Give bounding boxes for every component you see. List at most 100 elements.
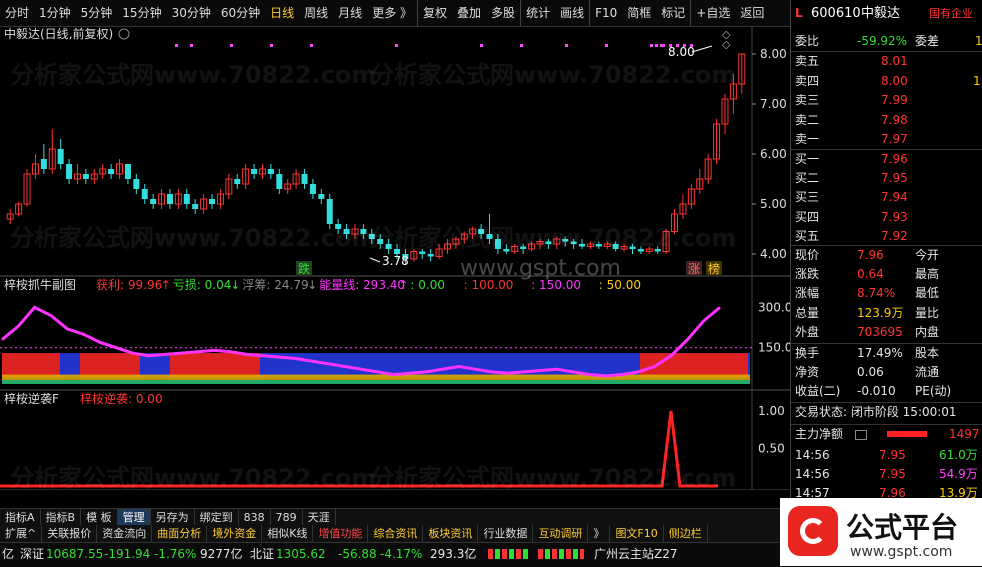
candle-body	[83, 174, 89, 179]
feature-tab[interactable]: 图文F10	[610, 525, 663, 542]
candle-body	[428, 254, 434, 257]
toolbar-item[interactable]: 5分钟	[76, 0, 118, 26]
stat-value: 7.96	[857, 246, 884, 265]
toolbar-item[interactable]: 叠加	[452, 0, 486, 26]
toolbar-item[interactable]: 周线	[299, 0, 333, 26]
indicator-tab[interactable]: 管理	[118, 509, 151, 526]
bid-price: 7.96	[881, 150, 908, 169]
sz-amount: 9277亿	[200, 543, 243, 565]
stat-label: 涨幅	[795, 284, 819, 303]
candle-body	[545, 242, 551, 245]
period-toolbar: 分时1分钟5分钟15分钟30分钟60分钟日线周线月线更多 》复权叠加多股统计画线…	[0, 0, 790, 27]
server-station[interactable]: 广州云主站Z27	[594, 543, 678, 565]
sub1-tick: 150.0	[758, 341, 790, 355]
indicator-tab[interactable]: 天涯	[303, 509, 336, 526]
feature-tab[interactable]: 板块资讯	[423, 525, 478, 542]
indicator-tab[interactable]: 789	[271, 509, 303, 526]
toolbar-item[interactable]: 更多 》	[367, 0, 417, 26]
toolbar-item[interactable]: 分时	[0, 0, 34, 26]
indicator-tab[interactable]: 绑定到	[195, 509, 239, 526]
level-badge: L	[795, 4, 803, 23]
toolbar-item[interactable]: 标记	[656, 0, 690, 26]
feature-tab[interactable]: 行业数据	[478, 525, 533, 542]
tick-price: 7.95	[879, 446, 906, 465]
toolbar-item[interactable]: +自选	[690, 0, 735, 26]
price-tick: 7.00	[760, 97, 787, 111]
candle-body	[318, 194, 324, 199]
candle-body	[327, 199, 333, 224]
candle-body	[655, 249, 661, 252]
stock-code: 600610	[811, 4, 861, 23]
toolbar-item[interactable]: 返回	[735, 0, 769, 26]
high-pointer	[692, 46, 712, 52]
indicator-tab[interactable]: 另存为	[151, 509, 195, 526]
feature-tab[interactable]: 增值功能	[313, 525, 368, 542]
chart-title: 中毅达(日线,前复权)	[4, 26, 113, 41]
feature-tabs: 扩展^关联报价资金流向曲面分析境外资金相似K线增值功能综合资讯板块资讯行业数据互…	[0, 525, 790, 542]
stat-value: -0.010	[857, 382, 896, 401]
bz-amount: 293.3亿	[430, 543, 476, 565]
stat-label: 现价	[795, 246, 819, 265]
feature-tab[interactable]: 资金流向	[97, 525, 152, 542]
feature-tab[interactable]: 互动调研	[533, 525, 588, 542]
candle-body	[142, 189, 148, 199]
candle-body	[234, 179, 240, 184]
feature-tab[interactable]: 相似K线	[262, 525, 313, 542]
stat-value: 0.64	[857, 265, 884, 284]
brand-logo: 公式平台 www.gspt.com	[780, 498, 982, 566]
candle-body	[369, 234, 375, 239]
indicator-tab[interactable]: 模 板	[81, 509, 118, 526]
stock-name[interactable]: 中毅达	[861, 4, 900, 23]
candle-body	[58, 149, 64, 164]
indicator-tab[interactable]: 838	[239, 509, 271, 526]
feature-tab[interactable]: 曲面分析	[152, 525, 207, 542]
sz-value: 10687.55	[46, 543, 103, 565]
feature-tab[interactable]: 关联报价	[42, 525, 97, 542]
indicator-tab[interactable]: 指标A	[0, 509, 41, 526]
candle-body	[125, 164, 131, 179]
sub1-legend: : 150.00	[531, 278, 581, 292]
settings-icon[interactable]	[119, 29, 129, 39]
indicator-tab[interactable]: 指标B	[41, 509, 82, 526]
toolbar-item[interactable]: 简框	[622, 0, 656, 26]
feature-tab[interactable]: 》	[588, 525, 610, 542]
bz-change: -56.88	[338, 543, 377, 565]
stat-label: PE(动)	[915, 382, 951, 401]
feature-tab[interactable]: 扩展^	[0, 525, 42, 542]
toolbar-item[interactable]: 画线	[555, 0, 589, 26]
sub1-tick: 300.0	[758, 300, 790, 314]
sub1-legend: : 100.00	[464, 278, 514, 292]
toolbar-item[interactable]: 60分钟	[216, 0, 265, 26]
candle-body	[302, 174, 308, 184]
candle-body	[344, 229, 350, 234]
feature-tab[interactable]: 侧边栏	[664, 525, 708, 542]
indicator-tabs: 指标A指标B模 板管理另存为绑定到838789天涯	[0, 508, 790, 526]
feature-tab[interactable]: 综合资讯	[368, 525, 423, 542]
signal-dot	[190, 44, 193, 47]
toolbar-item[interactable]: 月线	[333, 0, 367, 26]
tick-time: 14:56	[795, 446, 830, 465]
arrow-icon: ↑	[398, 278, 408, 292]
stat-label: 今开	[915, 246, 939, 265]
brand-name: 公式平台	[846, 506, 958, 546]
arrow-icon: ↑	[161, 278, 171, 292]
toolbar-item[interactable]: F10	[589, 0, 622, 26]
feature-tab[interactable]: 境外资金	[207, 525, 262, 542]
toolbar-item[interactable]: 复权	[417, 0, 452, 26]
toolbar-item[interactable]: 日线	[265, 0, 299, 26]
toolbar-item[interactable]: 1分钟	[34, 0, 76, 26]
candle-body	[167, 194, 173, 204]
toolbar-item[interactable]: 统计	[520, 0, 555, 26]
band-red	[170, 353, 260, 377]
kline-svg[interactable]: 中毅达(日线,前复权)8.007.006.005.004.008.003.78◇…	[0, 26, 790, 490]
stat-label: 收益(二)	[795, 382, 840, 401]
weibi-label: 委比	[795, 32, 819, 51]
toolbar-item[interactable]: 15分钟	[117, 0, 166, 26]
grid-icon[interactable]	[855, 430, 867, 440]
sz-label: 深证	[20, 543, 44, 565]
chart-area[interactable]: 中毅达(日线,前复权)8.007.006.005.004.008.003.78◇…	[0, 26, 790, 490]
ask-label: 卖三	[795, 91, 819, 110]
toolbar-item[interactable]: 30分钟	[167, 0, 216, 26]
toolbar-item[interactable]: 多股	[486, 0, 520, 26]
candle-body	[487, 234, 493, 239]
